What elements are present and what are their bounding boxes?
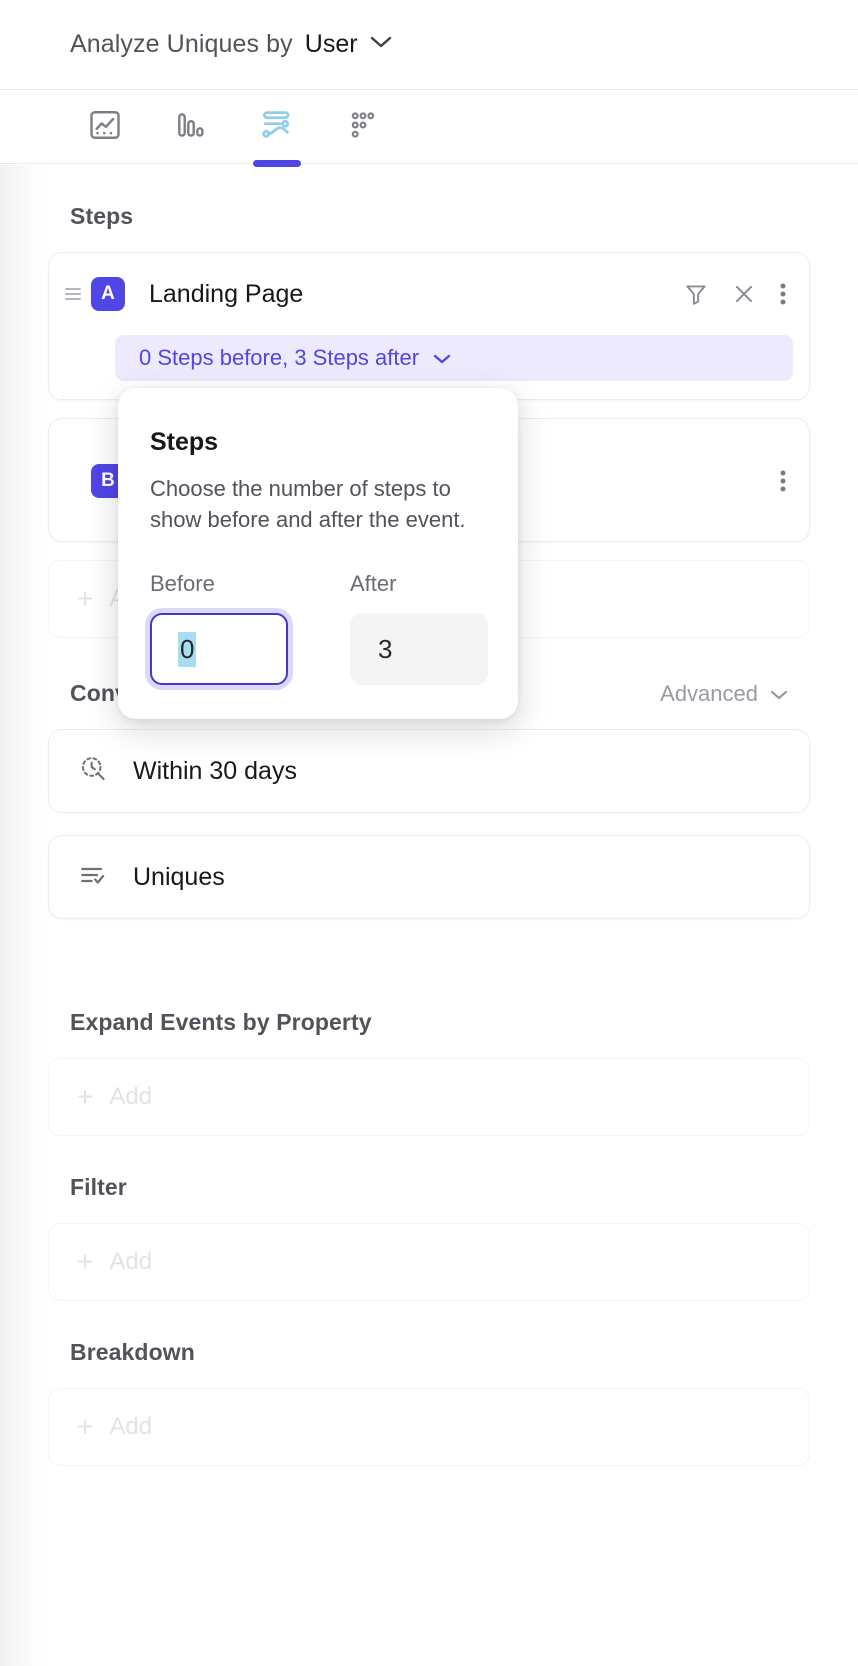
breakdown-title: Breakdown [48, 1339, 810, 1366]
plus-icon: + [77, 585, 93, 613]
close-icon[interactable] [731, 281, 757, 307]
breakdown-add-label: Add [109, 1413, 152, 1441]
criteria-label-uniques: Uniques [133, 863, 225, 892]
steps-before-after-banner[interactable]: 0 Steps before, 3 Steps after [115, 335, 793, 381]
tab-line-chart[interactable] [62, 90, 148, 164]
step-row-a: A Landing Page [49, 253, 809, 335]
steps-popover-description: Choose the number of steps to show befor… [150, 473, 486, 535]
step-name-a[interactable]: Landing Page [149, 280, 683, 309]
after-input[interactable]: 3 [350, 613, 488, 685]
tab-grid[interactable] [320, 90, 406, 164]
steps-popover-title: Steps [150, 428, 486, 457]
filter-icon[interactable] [683, 281, 709, 307]
plus-icon: + [77, 1248, 93, 1276]
analyze-by-value[interactable]: User [305, 30, 358, 59]
filter-title: Filter [48, 1174, 810, 1201]
after-label: After [350, 571, 488, 597]
steps-banner-label: 0 Steps before, 3 Steps after [139, 345, 419, 371]
tab-bar-chart[interactable] [148, 90, 234, 164]
criteria-row-time-window[interactable]: Within 30 days [48, 729, 810, 813]
before-field-group: Before 0 [150, 571, 288, 685]
filter-add-button[interactable]: + Add [48, 1223, 810, 1301]
steps-section-title: Steps [48, 203, 810, 230]
chevron-down-icon[interactable] [370, 35, 392, 49]
step-badge-a: A [91, 277, 125, 311]
advanced-dropdown[interactable]: Advanced [660, 681, 788, 707]
before-label: Before [150, 571, 288, 597]
grid-dots-icon [346, 108, 380, 147]
plus-icon: + [77, 1413, 93, 1441]
before-input-value: 0 [178, 632, 196, 667]
advanced-label: Advanced [660, 681, 758, 707]
expand-events-add-button[interactable]: + Add [48, 1058, 810, 1136]
steps-popover: Steps Choose the number of steps to show… [118, 388, 518, 719]
line-chart-icon [87, 107, 123, 148]
chevron-down-icon [770, 681, 788, 707]
view-tabbar [0, 90, 858, 164]
expand-events-title: Expand Events by Property [48, 1009, 810, 1036]
plus-icon: + [77, 1083, 93, 1111]
tab-flow[interactable] [234, 90, 320, 164]
tab-underline [253, 160, 301, 167]
criteria-label-time-window: Within 30 days [133, 757, 297, 786]
before-input[interactable]: 0 [150, 613, 288, 685]
flow-icon [258, 106, 296, 149]
filter-add-label: Add [109, 1248, 152, 1276]
clock-search-icon [77, 753, 109, 790]
criteria-row-uniques[interactable]: Uniques [48, 835, 810, 919]
page-header: Analyze Uniques by User [0, 0, 858, 90]
after-input-value: 3 [378, 634, 392, 665]
breakdown-add-button[interactable]: + Add [48, 1388, 810, 1466]
expand-events-add-label: Add [109, 1083, 152, 1111]
chevron-down-icon [433, 345, 451, 371]
bar-chart-icon [173, 107, 209, 148]
more-vertical-icon[interactable] [779, 281, 787, 307]
drag-handle-icon[interactable] [59, 285, 87, 303]
after-field-group: After 3 [350, 571, 488, 685]
more-vertical-icon[interactable] [779, 468, 787, 494]
page-title: Analyze Uniques by [70, 30, 293, 59]
step-card-a[interactable]: A Landing Page [48, 252, 810, 400]
uniques-icon [77, 859, 109, 896]
